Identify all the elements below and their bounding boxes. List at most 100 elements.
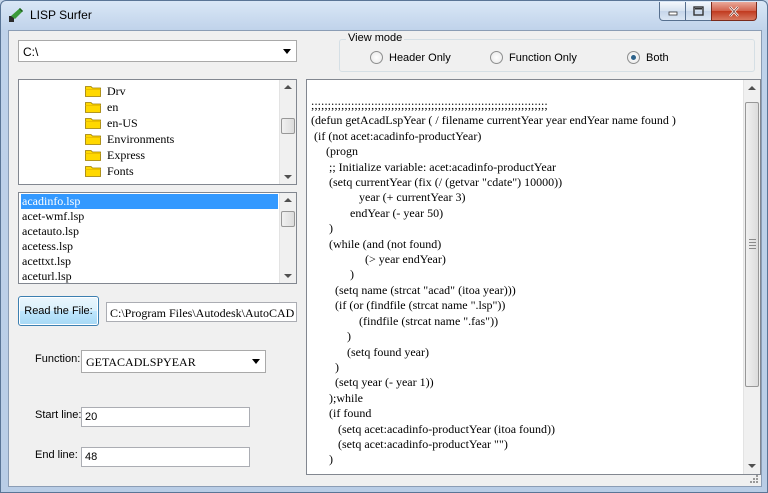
folder-list-scroll-thumb[interactable] — [281, 118, 295, 134]
radio-function-only-dot — [490, 51, 503, 64]
folder-icon — [85, 150, 101, 161]
scroll-down-icon[interactable] — [284, 175, 292, 179]
function-combo[interactable]: GETACADLSPYEAR — [81, 350, 266, 373]
app-icon — [9, 8, 23, 22]
code-line: ) — [311, 452, 333, 467]
file-item[interactable]: acetess.lsp — [21, 239, 278, 254]
radio-header-only[interactable]: Header Only — [370, 51, 451, 64]
end-line-label: End line: — [35, 449, 78, 461]
code-line: (if (not acet:acadinfo-productYear) — [311, 128, 482, 143]
radio-both-dot — [627, 51, 640, 64]
file-item[interactable]: acet-wmf.lsp — [21, 209, 278, 224]
file-list[interactable]: acadinfo.lsp acet-wmf.lsp acetauto.lsp acet… — [18, 192, 297, 284]
code-line: ) — [311, 221, 333, 236]
read-file-button[interactable]: Read the File: — [18, 296, 99, 326]
scroll-up-icon[interactable] — [748, 86, 756, 90]
drive-combo-value: C:\ — [23, 45, 39, 59]
chevron-down-icon — [252, 359, 260, 364]
code-line: (findfile (strcat name ".fas")) — [311, 313, 499, 328]
radio-function-only[interactable]: Function Only — [490, 51, 577, 64]
maximize-icon — [693, 6, 704, 16]
file-path-field[interactable]: C:\Program Files\Autodesk\AutoCAD 20 — [106, 302, 297, 322]
folder-icon — [85, 118, 101, 129]
function-combo-value: GETACADLSPYEAR — [86, 355, 196, 369]
start-line-label: Start line: — [35, 409, 82, 421]
view-mode-label: View mode — [346, 32, 405, 44]
code-line: (> year endYear) — [311, 252, 446, 267]
file-list-scrollbar[interactable] — [279, 193, 296, 283]
minimize-button[interactable] — [659, 2, 686, 21]
code-line: (setq found year) — [311, 344, 429, 359]
function-label: Function: — [35, 353, 81, 365]
main-panel: C:\ View mode Header Only Function Only … — [8, 30, 762, 487]
folder-icon — [85, 134, 101, 145]
scroll-down-icon[interactable] — [284, 274, 292, 278]
folder-item-label: Environments — [107, 131, 175, 146]
code-line: (if found — [311, 406, 372, 421]
close-button[interactable] — [711, 2, 757, 21]
start-line-field[interactable]: 20 — [81, 407, 250, 427]
file-item[interactable]: aceturl.lsp — [21, 269, 278, 283]
folder-item[interactable]: Fonts — [85, 163, 134, 179]
maximize-button[interactable] — [685, 2, 712, 21]
file-item[interactable]: acettxt.lsp — [21, 254, 278, 269]
code-line: (if (or (findfile (strcat name ".lsp")) — [311, 298, 506, 313]
code-text: ;;;;;;;;;;;;;;;;;;;;;;;;;;;;;;;;;;;;;;;;… — [311, 98, 676, 468]
folder-item[interactable]: Express — [85, 147, 145, 163]
folder-icon — [85, 166, 101, 177]
code-line: ) — [311, 329, 351, 344]
folder-item-label: Express — [107, 147, 145, 162]
folder-list[interactable]: Drv en en-US Environments Express Fonts — [18, 79, 297, 185]
folder-item-label: en-US — [107, 115, 138, 130]
file-item[interactable]: acadinfo.lsp — [21, 194, 278, 209]
resize-grip-icon[interactable] — [749, 474, 759, 484]
radio-both[interactable]: Both — [627, 51, 669, 64]
folder-item[interactable]: Drv — [85, 83, 126, 99]
code-line: ;;;;;;;;;;;;;;;;;;;;;;;;;;;;;;;;;;;;;;;;… — [311, 98, 548, 112]
folder-list-scrollbar[interactable] — [279, 80, 296, 184]
code-line: );while — [311, 390, 363, 405]
end-line-field[interactable]: 48 — [81, 447, 250, 467]
scroll-up-icon[interactable] — [284, 198, 292, 202]
title-bar[interactable]: LISP Surfer — [1, 1, 767, 29]
code-view-scrollbar[interactable] — [743, 80, 760, 474]
view-mode-group: View mode Header Only Function Only Both — [339, 32, 755, 72]
drive-combo[interactable]: C:\ — [18, 40, 297, 62]
code-line: (defun getAcadLspYear ( / filename curre… — [311, 113, 676, 128]
minimize-icon — [668, 11, 677, 16]
radio-both-label: Both — [646, 51, 669, 64]
scroll-up-icon[interactable] — [284, 85, 292, 89]
radio-header-only-dot — [370, 51, 383, 64]
app-window: LISP Surfer C:\ View mode Header Only Fu… — [0, 0, 768, 493]
code-view-scroll-thumb[interactable] — [745, 102, 759, 387]
code-line: (setq name (strcat "acad" (itoa year))) — [311, 282, 516, 297]
code-line: (setq year (- year 1)) — [311, 375, 434, 390]
code-line: (setq currentYear (fix (/ (getvar "cdate… — [311, 175, 563, 190]
file-item[interactable]: acetauto.lsp — [21, 224, 278, 239]
folder-item[interactable]: en-US — [85, 115, 138, 131]
folder-item[interactable]: Environments — [85, 131, 174, 147]
code-line: ) — [311, 359, 339, 374]
code-line: (setq acet:acadinfo-productYear (itoa fo… — [311, 421, 556, 436]
folder-item[interactable]: en — [85, 99, 118, 115]
code-line: ) — [311, 267, 354, 282]
code-line: (setq acet:acadinfo-productYear "") — [311, 436, 508, 451]
scroll-down-icon[interactable] — [748, 464, 756, 468]
code-line: ;; Initialize variable: acet:acadinfo-pr… — [311, 159, 557, 174]
radio-function-only-label: Function Only — [509, 51, 577, 64]
folder-icon — [85, 86, 101, 97]
file-list-scroll-thumb[interactable] — [281, 211, 295, 227]
code-line: year (+ currentYear 3) — [311, 190, 466, 205]
window-title: LISP Surfer — [30, 8, 92, 22]
code-view[interactable]: ;;;;;;;;;;;;;;;;;;;;;;;;;;;;;;;;;;;;;;;;… — [306, 79, 761, 475]
code-line: (progn — [311, 144, 358, 159]
code-line: endYear (- year 50) — [311, 205, 444, 220]
folder-item-label: Drv — [107, 83, 126, 98]
folder-item-label: Fonts — [107, 163, 134, 178]
chevron-down-icon — [283, 49, 291, 54]
folder-icon — [85, 102, 101, 113]
code-line: (while (and (not found) — [311, 236, 442, 251]
radio-header-only-label: Header Only — [389, 51, 451, 64]
folder-item-label: en — [107, 99, 119, 114]
close-icon — [729, 5, 739, 17]
